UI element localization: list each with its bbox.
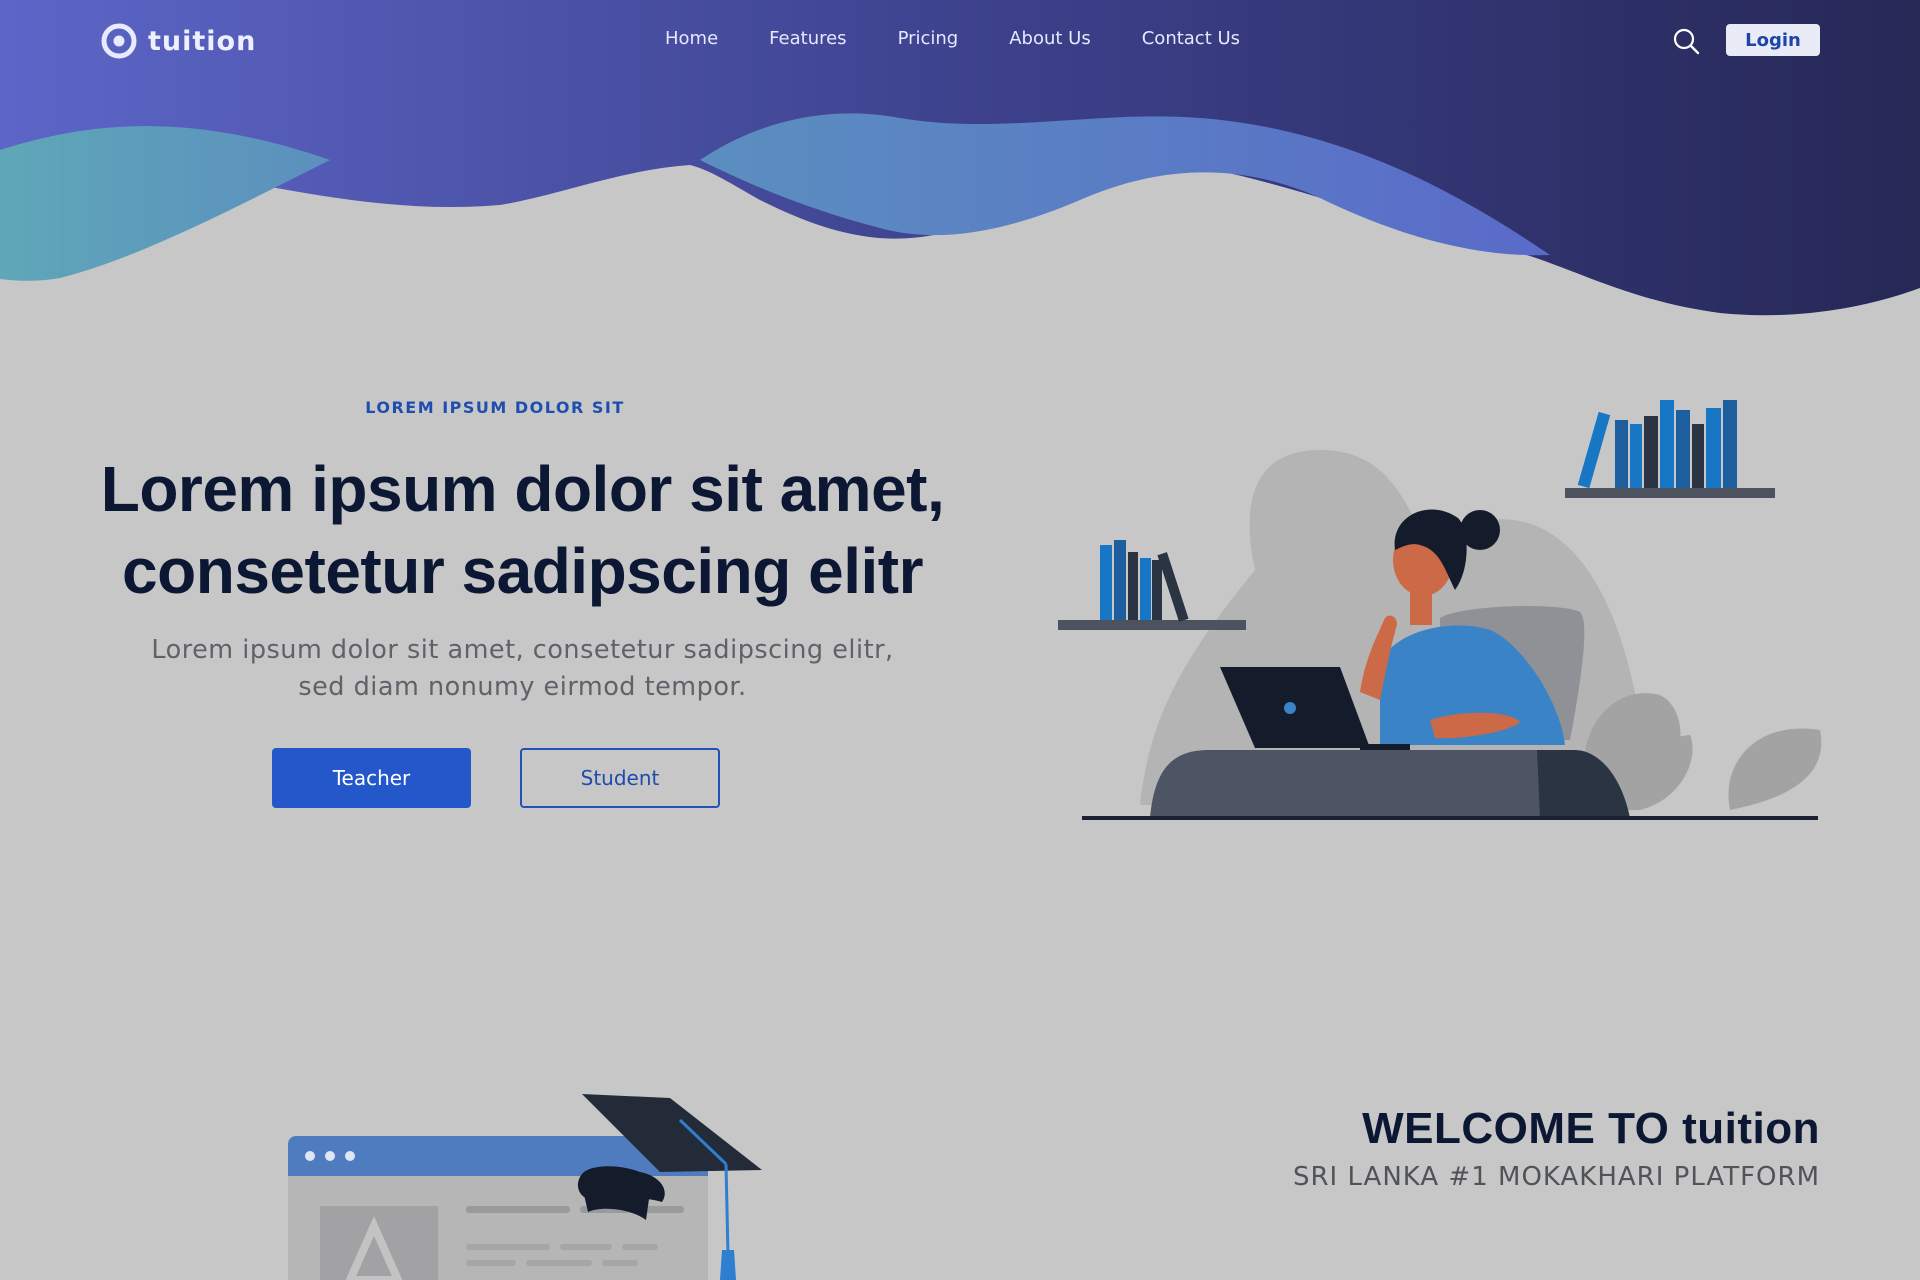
ring-logo-icon (101, 23, 137, 59)
nav-features[interactable]: Features (769, 28, 846, 49)
left-bookshelf (1058, 540, 1246, 630)
student-at-desk-illustration (1058, 400, 1822, 820)
teacher-button[interactable]: Teacher (272, 748, 471, 808)
search-icon[interactable] (1672, 27, 1700, 55)
hero-subtitle-line-1: Lorem ipsum dolor sit amet, consetetur s… (151, 635, 894, 665)
hero-eyebrow: LOREM IPSUM DOLOR SIT (365, 398, 625, 417)
welcome-title: WELCOME TO tuition (1362, 1104, 1820, 1153)
nav-pricing[interactable]: Pricing (898, 28, 959, 49)
brand-name: tuition (148, 25, 257, 57)
hero-title-line-2: consetetur sadipscing elitr (122, 535, 923, 607)
nav-contact-us[interactable]: Contact Us (1142, 28, 1240, 49)
hero-title: Lorem ipsum dolor sit amet, consetetur s… (60, 448, 985, 612)
main-nav: Home Features Pricing About Us Contact U… (665, 28, 1291, 49)
online-course-illustration (288, 1094, 762, 1280)
hero-subtitle-line-2: sed diam nonumy eirmod tempor. (298, 672, 747, 702)
welcome-subtitle: SRI LANKA #1 MOKAKHARI PLATFORM (1292, 1162, 1820, 1192)
login-button[interactable]: Login (1726, 24, 1820, 56)
header-wave-background (0, 0, 1920, 316)
right-bookshelf (1565, 400, 1775, 498)
hero-subtitle: Lorem ipsum dolor sit amet, consetetur s… (110, 632, 935, 706)
nav-home[interactable]: Home (665, 28, 718, 49)
nav-about-us[interactable]: About Us (1009, 28, 1091, 49)
brand-logo[interactable]: tuition (100, 20, 256, 62)
hero-title-line-1: Lorem ipsum dolor sit amet, (100, 453, 945, 525)
student-button[interactable]: Student (520, 748, 720, 808)
